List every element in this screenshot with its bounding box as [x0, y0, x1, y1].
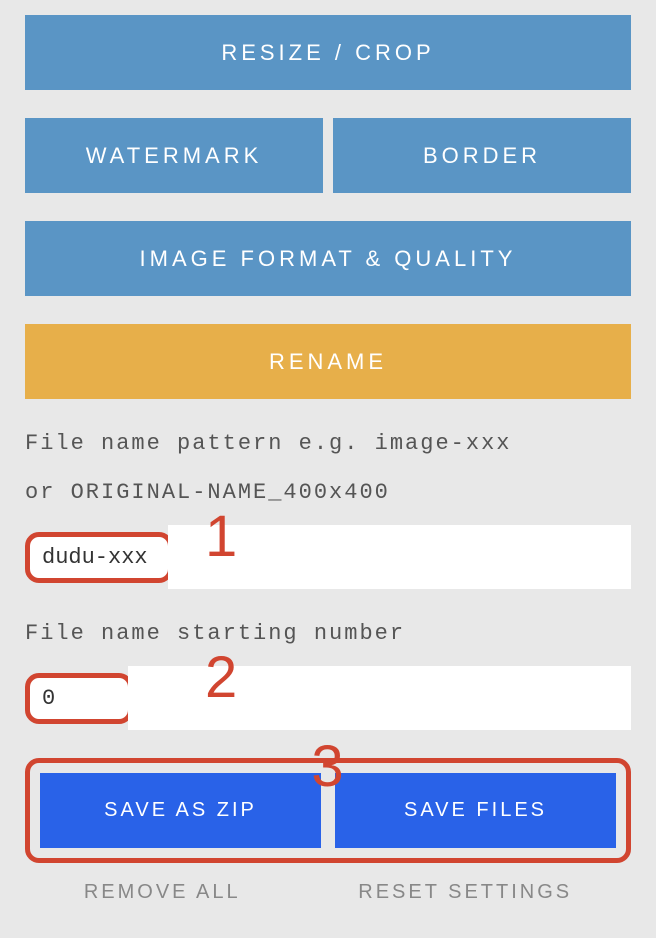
reset-settings-button[interactable]: RESET SETTINGS	[358, 881, 572, 904]
save-as-zip-button[interactable]: SAVE AS ZIP	[40, 773, 321, 848]
annotation-1: 1	[205, 503, 238, 570]
rename-tab[interactable]: RENAME	[25, 324, 631, 399]
starting-number-input[interactable]	[25, 673, 133, 724]
pattern-label-line1: File name pattern e.g. image-xxx	[25, 427, 631, 460]
input-extension-2	[128, 666, 631, 730]
remove-all-button[interactable]: REMOVE ALL	[84, 881, 241, 904]
border-tab[interactable]: BORDER	[333, 118, 631, 193]
pattern-label-line2: or ORIGINAL-NAME_400x400	[25, 476, 631, 509]
image-format-quality-tab[interactable]: IMAGE FORMAT & QUALITY	[25, 221, 631, 296]
annotation-3: 3	[311, 733, 344, 800]
save-files-button[interactable]: SAVE FILES	[335, 773, 616, 848]
resize-crop-tab[interactable]: RESIZE / CROP	[25, 15, 631, 90]
watermark-tab[interactable]: WATERMARK	[25, 118, 323, 193]
annotation-2: 2	[205, 644, 238, 711]
filename-pattern-input[interactable]	[25, 532, 173, 583]
starting-number-label: File name starting number	[25, 617, 631, 650]
save-actions-highlight: 3 SAVE AS ZIP SAVE FILES	[25, 758, 631, 863]
